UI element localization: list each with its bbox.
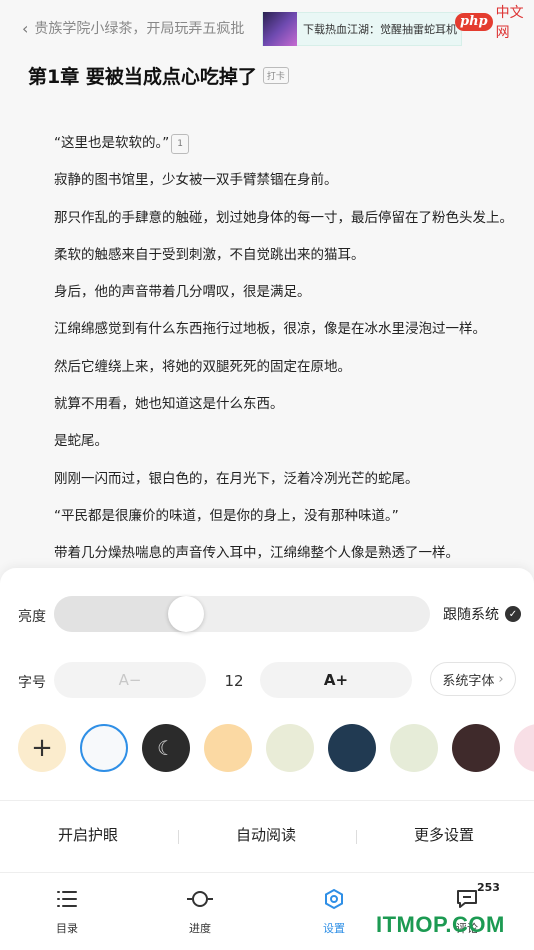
paragraph: 是蛇尾。 [54, 433, 108, 450]
paragraph: 柔软的触感来自于受到刺激，不自觉跳出来的猫耳。 [54, 246, 365, 263]
ad-thumbnail [263, 12, 297, 46]
brightness-label: 亮度 [18, 609, 46, 625]
font-increase-button[interactable]: A+ [260, 662, 412, 698]
theme-swatch[interactable] [390, 724, 438, 772]
comment-bubble-icon[interactable]: 1 [171, 134, 189, 154]
divider [0, 800, 534, 801]
nav-progress-label: 进度 [189, 922, 211, 935]
logo-cn: 中文网 [495, 5, 524, 41]
theme-swatch[interactable] [80, 724, 128, 772]
moon-icon: ☾ [157, 736, 175, 760]
theme-swatch[interactable] [204, 724, 252, 772]
font-decrease-button[interactable]: A− [54, 662, 206, 698]
theme-swatch[interactable] [328, 724, 376, 772]
chevron-left-icon: ‹ [22, 18, 29, 38]
paragraph: 然后它缠绕上来，将她的双腿死死的固定在原地。 [54, 358, 351, 375]
top-bar: ‹ 贵族学院小绿茶，开局玩弄五疯批 下载热血江湖：觉醒抽雷蛇耳机 php 中文网 [0, 0, 534, 60]
system-font-label: 系统字体 [442, 673, 495, 689]
paragraph: 江绵绵感觉到有什么东西拖行过地板，很凉，像是在冰水里浸泡过一样。 [54, 321, 486, 338]
checkin-tag[interactable]: 打卡 [262, 67, 289, 84]
paragraph: 就算不用看，她也知道这是什么东西。 [54, 396, 284, 413]
paragraph: “这里也是软软的。” 1 [54, 134, 514, 171]
checkmark-icon: ✓ [505, 606, 521, 622]
comment-count-badge: 253 [477, 881, 500, 894]
comment-icon: 253 [427, 881, 507, 912]
paragraph: 身后，他的声音带着几分喟叹，很是满足。 [54, 284, 311, 301]
theme-swatches: + ☾ [18, 724, 534, 774]
brightness-slider-handle[interactable] [167, 596, 204, 632]
chapter-title-text: 第1章 要被当成点心吃掉了 [28, 66, 257, 88]
chevron-right-icon: › [498, 671, 504, 687]
watermark: ITMOP.COM [376, 912, 505, 937]
progress-icon [160, 886, 240, 912]
paragraph: “平民都是很廉价的味道，但是你的身上，没有那种味道。” [54, 507, 399, 524]
back-button[interactable]: ‹ 贵族学院小绿茶，开局玩弄五疯批 [22, 18, 244, 38]
add-theme-button[interactable]: + [18, 724, 66, 772]
settings-panel: 亮度 跟随系统 ✓ 字号 A− 12 A+ 系统字体 › + ☾ 开启护眼 自动阅… [0, 568, 534, 950]
font-size-label: 字号 [18, 675, 46, 691]
chapter-content: “这里也是软软的。” 1 寂静的图书馆里，少女被一双手臂禁锢在身前。 那只作乱的手… [54, 134, 514, 582]
settings-icon [294, 886, 374, 912]
nav-settings[interactable]: 设置 [294, 886, 374, 936]
separator [178, 830, 179, 844]
eye-care-button[interactable]: 开启护眼 [58, 824, 118, 845]
paragraph: 那只作乱的手肆意的触碰，划过她身体的每一寸，最后停留在了粉色头发上。 [54, 209, 513, 226]
brightness-fill [54, 596, 186, 632]
system-font-button[interactable]: 系统字体 › [430, 662, 516, 696]
theme-swatch[interactable] [514, 724, 534, 772]
plus-icon: + [31, 733, 53, 763]
divider [0, 872, 534, 873]
more-settings-button[interactable]: 更多设置 [414, 824, 474, 845]
nav-catalog[interactable]: 目录 [27, 886, 107, 936]
list-icon [27, 886, 107, 912]
paragraph: 刚刚一闪而过，银白色的，在月光下，泛着冷冽光芒的蛇尾。 [54, 470, 419, 487]
book-title: 贵族学院小绿茶，开局玩弄五疯批 [34, 21, 245, 37]
theme-swatch[interactable]: ☾ [142, 724, 190, 772]
ad-banner[interactable]: 下载热血江湖：觉醒抽雷蛇耳机 [262, 12, 462, 46]
php-logo: php 中文网 [455, 2, 534, 42]
chapter-title: 第1章 要被当成点心吃掉了 打卡 [28, 62, 289, 89]
nav-progress[interactable]: 进度 [160, 886, 240, 936]
auto-read-button[interactable]: 自动阅读 [236, 824, 296, 845]
font-size-value: 12 [224, 672, 244, 690]
nav-catalog-label: 目录 [56, 922, 78, 935]
separator [356, 830, 357, 844]
logo-php: php [455, 13, 493, 31]
brightness-slider[interactable] [54, 596, 430, 632]
theme-swatch[interactable] [266, 724, 314, 772]
follow-system-label: 跟随系统 [443, 607, 499, 623]
theme-swatch[interactable] [452, 724, 500, 772]
ad-text: 下载热血江湖：觉醒抽雷蛇耳机 [303, 23, 457, 36]
follow-system-toggle[interactable]: 跟随系统 ✓ [443, 604, 521, 624]
nav-settings-label: 设置 [323, 922, 345, 935]
paragraph: 寂静的图书馆里，少女被一双手臂禁锢在身前。 [54, 172, 338, 189]
